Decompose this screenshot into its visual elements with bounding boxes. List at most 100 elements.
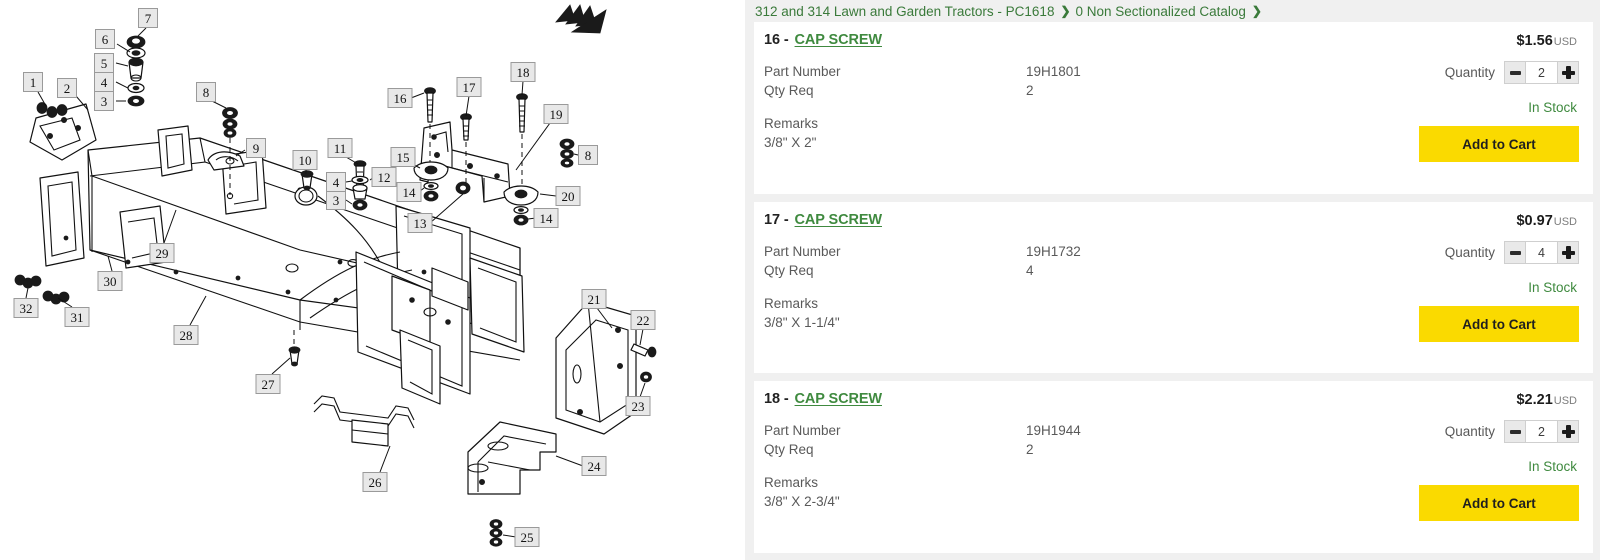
svg-text:25: 25 [521,530,534,545]
quantity-input[interactable] [1526,242,1557,263]
svg-text:1: 1 [30,75,37,90]
quantity-input[interactable] [1526,421,1557,442]
add-to-cart-button[interactable]: Add to Cart [1419,126,1579,162]
card-body: Part Number 19H1732 Qty Req 4 Remarks 3/… [764,241,1579,342]
qty-req-label: Qty Req [764,442,814,457]
svg-text:22: 22 [637,313,650,328]
svg-text:15: 15 [397,150,410,165]
svg-text:2: 2 [64,81,71,96]
stock-status: In Stock [1528,280,1577,295]
remarks-value: 3/8" X 2-3/4" [764,494,840,509]
quantity-stepper[interactable] [1504,241,1579,264]
quantity-stepper[interactable] [1504,61,1579,84]
quantity-increment-button[interactable] [1557,62,1578,83]
card-header: 17 - CAP SCREW $0.97USD [764,212,1579,230]
svg-text:3: 3 [101,94,108,109]
part-name-link[interactable]: CAP SCREW [795,212,883,228]
callout-28: 28 [173,325,199,345]
callout-20: 20 [555,186,581,206]
minus-icon [1509,250,1521,255]
spec-row-qty-req: Qty Req 2 [764,81,1324,100]
spec-row-qty-req: Qty Req 4 [764,261,1324,280]
svg-text:3: 3 [333,193,340,208]
part-title: 16 - CAP SCREW [764,32,882,48]
callout-11: 11 [327,138,353,158]
title-dash: - [783,32,789,48]
card-header: 18 - CAP SCREW $2.21USD [764,391,1579,409]
part-result-list: 16 - CAP SCREW $1.56USD Part Number 19H1… [745,22,1600,553]
part-result-card: 17 - CAP SCREW $0.97USD Part Number 19H1… [754,202,1593,373]
callout-14: 14 [396,182,422,202]
svg-text:14: 14 [403,185,417,200]
qty-req-value: 2 [1026,442,1034,457]
card-header: 16 - CAP SCREW $1.56USD [764,32,1579,50]
parts-diagram-pane[interactable]: 1 2 3 4 5 6 7 8 9 10 11 12 3 4 13 14 14 15 16 17 18 19 8 20 21 22… [0,0,745,560]
part-8-stack-right [559,138,575,168]
quantity-input[interactable] [1526,62,1557,83]
svg-text:26: 26 [369,475,383,490]
breadcrumb-item-1[interactable]: 0 Non Sectionalized Catalog [1076,4,1246,19]
svg-text:13: 13 [414,216,427,231]
part-number-label: Part Number [764,244,841,259]
remarks-block: Remarks 3/8" X 2-3/4" [764,473,1324,511]
price-currency: USD [1553,216,1577,228]
price-currency: USD [1553,395,1577,407]
action-block: Quantity In Stock [1319,420,1579,521]
spec-block: Part Number 19H1944 Qty Req 2 Remarks 3/… [764,421,1324,511]
callout-10: 10 [292,150,318,170]
quantity-decrement-button[interactable] [1505,242,1526,263]
breadcrumb-item-0[interactable]: 312 and 314 Lawn and Garden Tractors - P… [755,4,1054,19]
add-to-cart-button[interactable]: Add to Cart [1419,306,1579,342]
callout-21: 21 [581,289,607,309]
part-price: $2.21 [1516,392,1553,408]
remarks-value: 3/8" X 1-1/4" [764,315,840,330]
callout-8: 8 [578,145,598,165]
callout-32: 32 [13,298,39,318]
svg-text:21: 21 [588,292,601,307]
part-name-link[interactable]: CAP SCREW [795,32,883,48]
svg-text:10: 10 [299,153,312,168]
svg-text:8: 8 [203,85,210,100]
quantity-label: Quantity [1444,424,1495,439]
part-23-nut [640,371,652,383]
plus-icon [1561,66,1575,79]
callout-12: 12 [371,167,397,187]
svg-text:16: 16 [394,91,408,106]
callout-14: 14 [533,208,559,228]
spec-row-qty-req: Qty Req 2 [764,440,1324,459]
quantity-increment-button[interactable] [1557,242,1578,263]
callout-8: 8 [196,82,216,102]
qty-req-label: Qty Req [764,263,814,278]
callout-9: 9 [246,138,266,158]
part-result-card: 18 - CAP SCREW $2.21USD Part Number 19H1… [754,381,1593,553]
callout-4: 4 [94,72,114,92]
part-index: 18 [764,391,780,407]
title-dash: - [783,391,789,407]
callout-3: 3 [94,91,114,111]
price-block: $1.56USD [1516,32,1579,50]
svg-text:19: 19 [550,107,563,122]
quantity-label: Quantity [1444,65,1495,80]
quantity-increment-button[interactable] [1557,421,1578,442]
quantity-label: Quantity [1444,245,1495,260]
part-number-value: 19H1801 [1026,64,1081,79]
add-to-cart-button[interactable]: Add to Cart [1419,485,1579,521]
plus-icon [1561,246,1575,259]
callout-31: 31 [64,307,90,327]
svg-text:28: 28 [180,328,193,343]
part-number-value: 19H1944 [1026,423,1081,438]
stock-status: In Stock [1528,100,1577,115]
spec-row-part-number: Part Number 19H1732 [764,242,1324,261]
quantity-decrement-button[interactable] [1505,421,1526,442]
callout-22: 22 [630,310,656,330]
card-body: Part Number 19H1944 Qty Req 2 Remarks 3/… [764,420,1579,521]
part-name-link[interactable]: CAP SCREW [795,391,883,407]
remarks-label: Remarks [764,475,819,490]
quantity-decrement-button[interactable] [1505,62,1526,83]
exploded-parts-diagram[interactable]: 1 234567891011123413141415161718198202122… [0,0,745,560]
breadcrumb: 312 and 314 Lawn and Garden Tractors - P… [745,0,1600,22]
part-number-label: Part Number [764,423,841,438]
part-12-spacer [351,175,369,211]
quantity-stepper[interactable] [1504,420,1579,443]
part-20-flange [503,185,539,206]
